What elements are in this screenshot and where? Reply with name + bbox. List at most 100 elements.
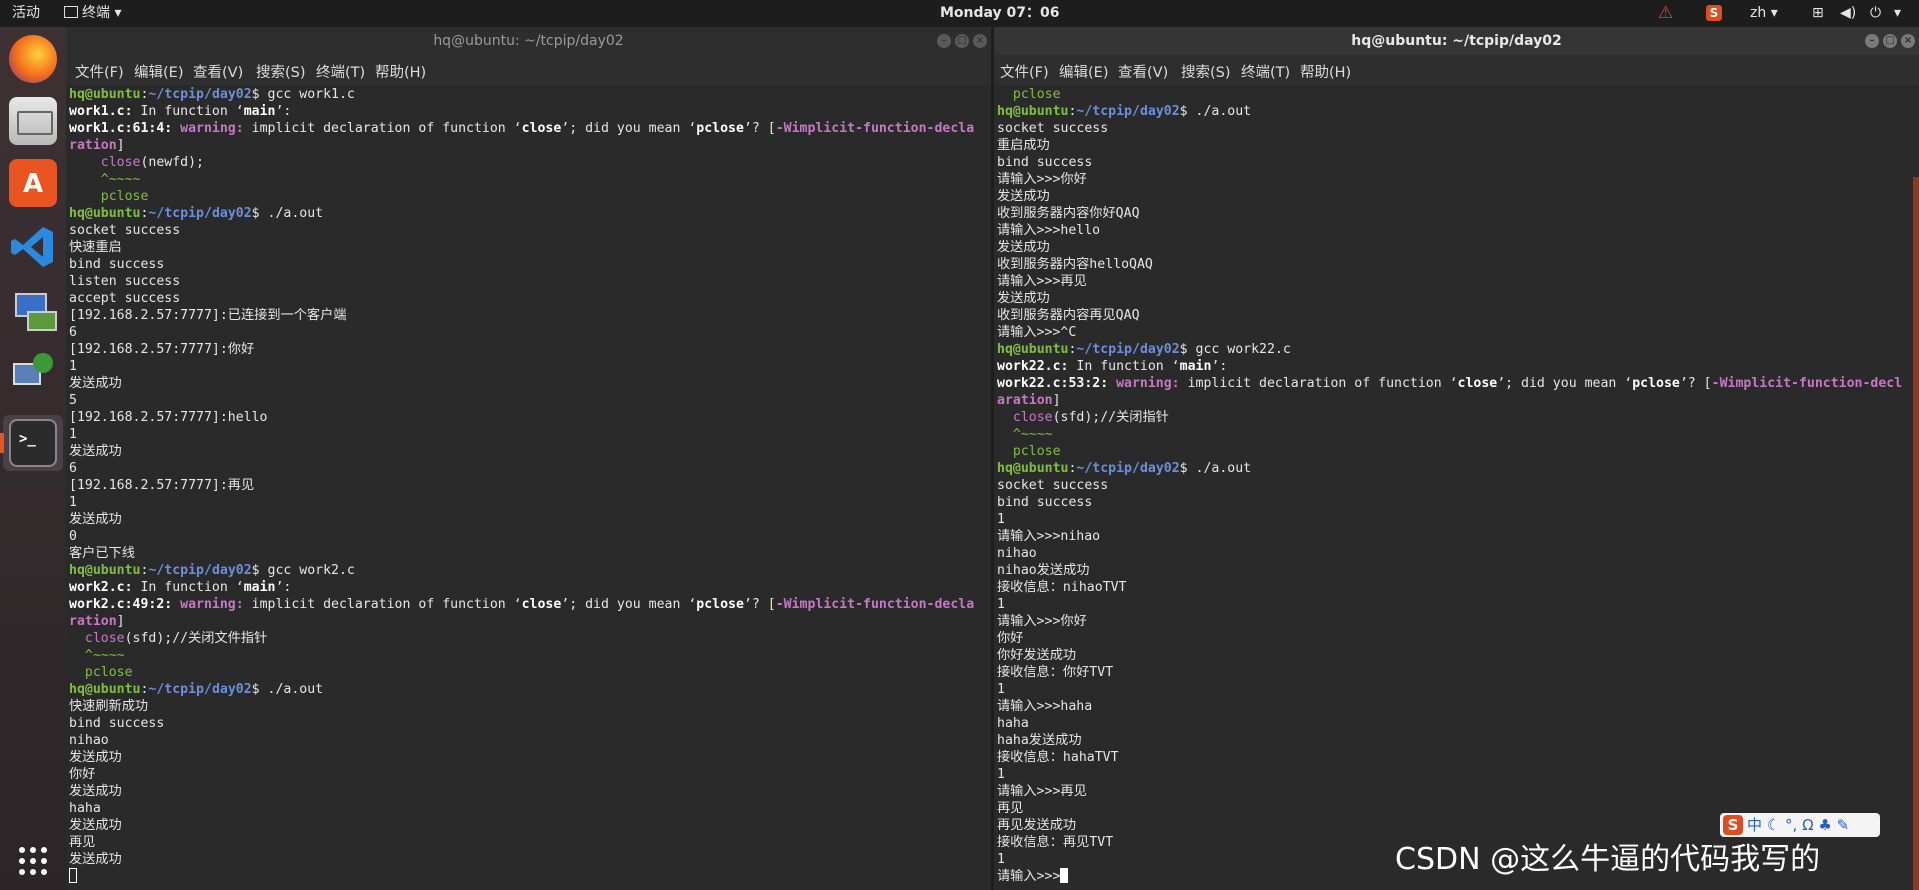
terminal-line: 请输入>>>nihao bbox=[997, 528, 1902, 545]
terminal-line: ^~~~~ bbox=[69, 171, 974, 188]
vscode-icon[interactable] bbox=[9, 223, 57, 271]
terminal-line: bind success bbox=[69, 715, 974, 732]
left-terminal-window[interactable]: hq@ubuntu: ~/tcpip/day02 – □ × 文件(F) 编辑(… bbox=[66, 27, 991, 890]
terminal-text: nihao发送成功 bbox=[997, 563, 1090, 578]
menu-edit[interactable]: 编辑(E) bbox=[134, 61, 183, 82]
terminal-text: 1 bbox=[69, 495, 77, 510]
firefox-icon[interactable] bbox=[9, 35, 57, 83]
terminal-line: close(sfd);//关闭文件指针 bbox=[69, 630, 974, 647]
language-selector[interactable]: zh ▾ bbox=[1750, 0, 1778, 27]
alert-icon[interactable]: ⚠ bbox=[1658, 0, 1673, 27]
close-button[interactable]: × bbox=[973, 34, 987, 48]
sogou-icon[interactable]: S bbox=[1706, 0, 1722, 27]
terminal-line: 请输入>>>再见 bbox=[997, 783, 1902, 800]
terminal-text: pclose bbox=[69, 189, 149, 204]
menu-terminal[interactable]: 终端(T) bbox=[1241, 61, 1290, 82]
network-icon[interactable]: ⊞ bbox=[1812, 0, 1824, 27]
menu-view[interactable]: 查看(V) bbox=[193, 61, 243, 82]
network-computers-icon[interactable] bbox=[9, 349, 57, 397]
terminal-text: $ gcc work2.c bbox=[251, 563, 355, 578]
terminal-line: 你好 bbox=[69, 766, 974, 783]
terminal-line: 请输入>>>hello bbox=[997, 222, 1902, 239]
app-menu[interactable]: 终端 ▾ bbox=[64, 0, 121, 27]
terminal-line: 请输入>>>你好 bbox=[997, 171, 1902, 188]
terminal-text: 1 bbox=[997, 682, 1005, 697]
terminal-text: implicit declaration of function ‘ bbox=[243, 597, 522, 612]
terminal-line: 发送成功 bbox=[997, 188, 1902, 205]
terminal-text: 1 bbox=[997, 852, 1005, 867]
terminal-text: socket success bbox=[997, 121, 1109, 136]
terminal-line: hq@ubuntu:~/tcpip/day02$ gcc work1.c bbox=[69, 86, 974, 103]
terminal-text: socket success bbox=[69, 223, 181, 238]
menu-edit[interactable]: 编辑(E) bbox=[1059, 61, 1108, 82]
terminal-text: pclose bbox=[696, 597, 744, 612]
show-apps-icon[interactable] bbox=[9, 837, 57, 885]
menu-file[interactable]: 文件(F) bbox=[1000, 61, 1049, 82]
right-window-titlebar[interactable]: hq@ubuntu: ~/tcpip/day02 – □ × bbox=[994, 27, 1919, 55]
files-icon[interactable] bbox=[9, 97, 57, 145]
terminal-text: ~/tcpip/day02 bbox=[148, 563, 252, 578]
terminal-text: warning: bbox=[1116, 376, 1180, 391]
terminal-text: ’? [ bbox=[743, 597, 776, 612]
terminal-line: 发送成功 bbox=[69, 817, 974, 834]
terminal-text: $ ./a.out bbox=[1179, 104, 1252, 119]
right-terminal-window[interactable]: hq@ubuntu: ~/tcpip/day02 – □ × 文件(F) 编辑(… bbox=[994, 27, 1919, 890]
terminal-text: pclose bbox=[997, 87, 1061, 102]
terminal-text: ~/tcpip/day02 bbox=[148, 206, 252, 221]
menu-help[interactable]: 帮助(H) bbox=[375, 61, 426, 82]
power-icon[interactable]: ⏻ bbox=[1870, 0, 1881, 27]
terminal-text: 发送成功 bbox=[69, 376, 122, 391]
terminal-cursor bbox=[1060, 868, 1069, 883]
left-terminal-area[interactable]: hq@ubuntu:~/tcpip/day02$ gcc work1.c work… bbox=[66, 85, 991, 890]
terminal-line: 1 bbox=[997, 766, 1902, 783]
terminal-text: 接收信息：你好TVT bbox=[997, 665, 1114, 680]
terminal-text: warning: bbox=[180, 121, 244, 136]
terminal-line: ration] bbox=[69, 613, 974, 630]
right-terminal-area[interactable]: pclose hq@ubuntu:~/tcpip/day02$ ./a.out so… bbox=[994, 85, 1919, 890]
activities-button[interactable]: 活动 bbox=[12, 0, 40, 27]
terminal-line: ^~~~~ bbox=[997, 426, 1902, 443]
network-tool-icon[interactable] bbox=[9, 285, 57, 333]
terminal-text: 5 bbox=[69, 393, 77, 408]
terminal-text: bind success bbox=[69, 716, 165, 731]
terminal-text: 你好 bbox=[69, 767, 96, 782]
close-button[interactable]: × bbox=[1901, 34, 1915, 48]
terminal-text: 1 bbox=[997, 767, 1005, 782]
terminal-text: hq@ubuntu bbox=[997, 104, 1069, 119]
menu-help[interactable]: 帮助(H) bbox=[1300, 61, 1351, 82]
terminal-line: hq@ubuntu:~/tcpip/day02$ ./a.out bbox=[69, 681, 974, 698]
clock[interactable]: Monday 07：06 bbox=[940, 0, 1060, 27]
menu-terminal[interactable]: 终端(T) bbox=[316, 61, 365, 82]
terminal-icon[interactable]: >_ bbox=[9, 419, 57, 467]
software-center-icon[interactable]: A bbox=[9, 159, 57, 207]
maximize-button[interactable]: □ bbox=[1883, 34, 1897, 48]
terminal-text: work22.c: bbox=[997, 359, 1069, 374]
terminal-line: 1 bbox=[69, 358, 974, 375]
chevron-down-icon[interactable]: ▾ bbox=[1894, 0, 1901, 27]
terminal-text: 请输入>>>你好 bbox=[997, 172, 1087, 187]
terminal-small-icon bbox=[64, 6, 78, 18]
terminal-text: 请输入>>>再见 bbox=[997, 274, 1087, 289]
volume-icon[interactable]: ◀) bbox=[1840, 0, 1856, 27]
terminal-text: 快速重启 bbox=[69, 240, 122, 255]
maximize-button[interactable]: □ bbox=[955, 34, 969, 48]
terminal-text: $ gcc work1.c bbox=[251, 87, 355, 102]
left-window-titlebar[interactable]: hq@ubuntu: ~/tcpip/day02 – □ × bbox=[66, 27, 991, 55]
minimize-button[interactable]: – bbox=[1865, 34, 1879, 48]
terminal-line: 发送成功 bbox=[997, 290, 1902, 307]
terminal-line: work22.c: In function ‘main’: bbox=[997, 358, 1902, 375]
scrollbar[interactable] bbox=[1913, 177, 1919, 890]
menu-view[interactable]: 查看(V) bbox=[1118, 61, 1168, 82]
menu-search[interactable]: 搜索(S) bbox=[1181, 61, 1231, 82]
terminal-line: 1 bbox=[997, 511, 1902, 528]
menu-search[interactable]: 搜索(S) bbox=[256, 61, 306, 82]
terminal-text: hq@ubuntu bbox=[69, 682, 141, 697]
terminal-text: hq@ubuntu bbox=[997, 461, 1069, 476]
terminal-text: haha发送成功 bbox=[997, 733, 1082, 748]
menu-file[interactable]: 文件(F) bbox=[75, 61, 124, 82]
terminal-text: ~/tcpip/day02 bbox=[1076, 104, 1180, 119]
terminal-text: 客户已下线 bbox=[69, 546, 135, 561]
terminal-line: hq@ubuntu:~/tcpip/day02$ ./a.out bbox=[997, 460, 1902, 477]
terminal-text: 发送成功 bbox=[997, 240, 1050, 255]
minimize-button[interactable]: – bbox=[937, 34, 951, 48]
